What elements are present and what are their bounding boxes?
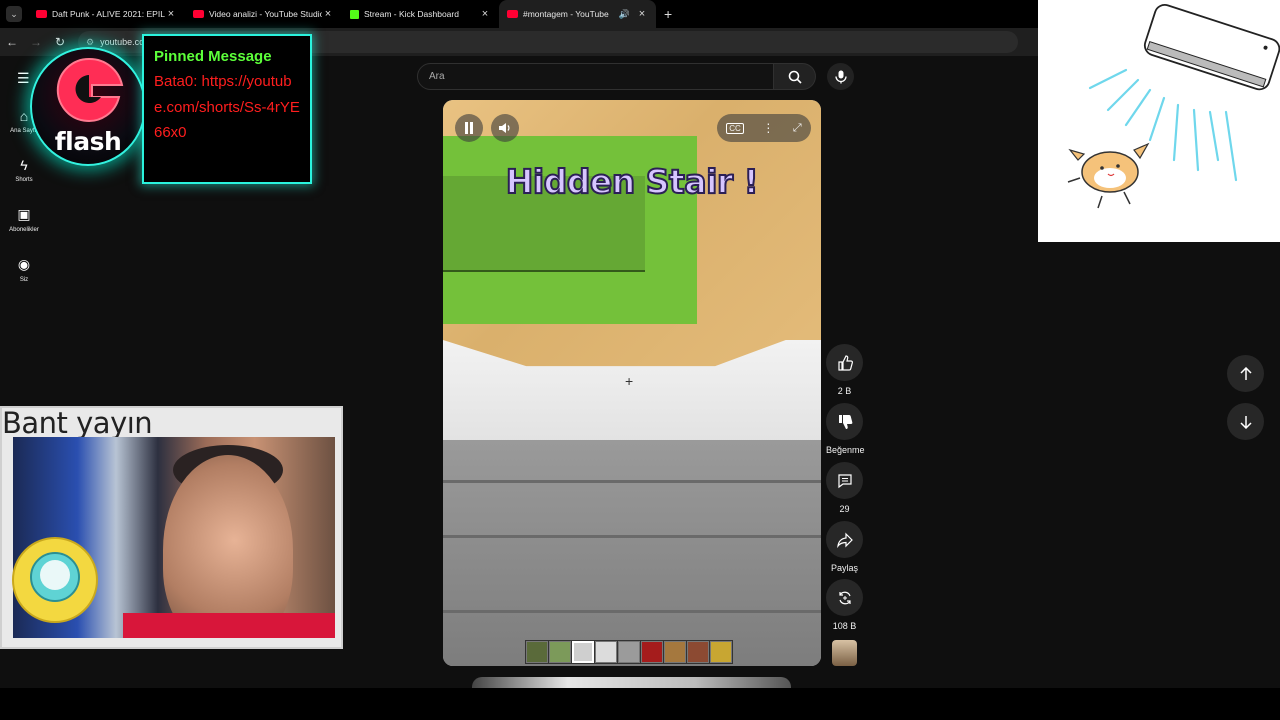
comment-icon — [826, 462, 863, 499]
audio-track-thumbnail[interactable] — [832, 640, 857, 666]
kick-icon — [350, 9, 359, 19]
tape-roll-icon — [12, 537, 98, 623]
back-arrow-icon[interactable]: ← — [0, 35, 24, 49]
dislike-label: Beğenme — [826, 445, 865, 455]
shorts-video-player[interactable]: + Hidden Stair ! CC ⋮ ⤢ — [443, 100, 821, 666]
screen: ⌄ Daft Punk - ALIVE 2021: EPILOG × Video… — [0, 0, 1280, 720]
browser-tab-active[interactable]: #montagem - YouTube 🔊 × — [499, 0, 656, 28]
close-icon[interactable]: × — [479, 8, 491, 20]
mute-button[interactable] — [491, 114, 519, 142]
arrow-up-icon — [1239, 366, 1252, 380]
comment-count: 29 — [839, 504, 850, 514]
dislike-button[interactable]: Beğenme — [826, 403, 865, 455]
video-overlay-title: Hidden Stair ! — [505, 161, 760, 202]
captions-icon[interactable]: CC — [726, 122, 744, 134]
logo-wordmark: flash — [54, 127, 122, 156]
cat-icon — [1067, 142, 1150, 209]
more-options-icon[interactable]: ⋮ — [762, 121, 774, 135]
pinned-message-body: Bata0: https://youtube.com/shorts/Ss-4rY… — [154, 73, 300, 141]
tab-title: #montagem - YouTube — [523, 9, 609, 19]
speaker-icon[interactable]: 🔊 — [619, 9, 630, 20]
volume-icon — [499, 123, 510, 133]
flash-g-logo-icon — [56, 57, 124, 122]
arrow-down-icon — [1239, 415, 1252, 429]
like-count: 2 B — [837, 386, 852, 396]
browser-tab[interactable]: Stream - Kick Dashboard × — [342, 0, 499, 28]
remix-icon — [826, 579, 863, 616]
share-icon — [826, 521, 863, 558]
remix-count: 108 B — [832, 621, 857, 631]
pinned-message-heading: Pinned Message — [154, 48, 272, 65]
pause-button[interactable] — [455, 114, 483, 142]
new-tab-button[interactable]: + — [664, 6, 672, 22]
subscriptions-icon: ▣ — [17, 206, 31, 222]
site-info-icon[interactable]: ⚙ — [86, 37, 94, 48]
search-icon — [788, 70, 802, 84]
thumbs-up-icon — [826, 344, 863, 381]
game-hotbar — [525, 640, 733, 664]
flash-logo: flash — [30, 47, 146, 166]
bant-title: Bant yayın — [2, 406, 153, 440]
search-input[interactable]: Ara — [417, 63, 774, 90]
close-icon[interactable]: × — [322, 8, 334, 20]
pause-icon — [465, 122, 473, 134]
search-button[interactable] — [774, 63, 816, 90]
sidebar-item-label: Siz — [19, 277, 29, 283]
tab-search-button[interactable]: ⌄ — [6, 6, 22, 22]
sidebar-item-you[interactable]: ◉ Siz — [0, 256, 48, 283]
thumbs-down-icon — [826, 403, 863, 440]
sidebar-item-shorts[interactable]: ϟ Shorts — [0, 157, 48, 183]
shorts-icon: ϟ — [20, 157, 28, 173]
browser-tab[interactable]: Video analizi - YouTube Studio × — [185, 0, 342, 28]
chevron-down-icon: ⌄ — [10, 8, 18, 19]
browser-tab[interactable]: Daft Punk - ALIVE 2021: EPILOG × — [28, 0, 185, 28]
sidebar-item-label: Shorts — [15, 177, 33, 183]
share-button[interactable]: Paylaş — [826, 521, 863, 573]
search-bar: Ara — [417, 63, 816, 90]
air-conditioner-icon — [1067, 4, 1280, 209]
share-label: Paylaş — [830, 563, 858, 573]
youtube-icon — [36, 10, 47, 18]
like-button[interactable]: 2 B — [826, 344, 863, 396]
player-top-controls: CC ⋮ ⤢ — [717, 114, 811, 142]
close-icon[interactable]: × — [636, 8, 648, 20]
youtube-studio-icon — [193, 10, 204, 18]
tab-title: Daft Punk - ALIVE 2021: EPILOG — [52, 9, 165, 19]
video-frame-floor — [443, 440, 821, 666]
menu-icon[interactable]: ☰ — [17, 70, 30, 87]
forward-arrow-icon[interactable]: → — [24, 35, 48, 49]
bottom-bar — [0, 688, 1280, 720]
microphone-icon — [834, 70, 847, 83]
pinned-message-panel: Pinned Message Bata0: https://youtube.co… — [142, 34, 312, 184]
bant-stream-panel: Bant yayın — [0, 406, 343, 649]
crosshair-icon: + — [625, 373, 634, 389]
air-conditioner-cat-overlay — [1038, 0, 1280, 242]
voice-search-button[interactable] — [827, 63, 854, 90]
remix-button[interactable]: 108 B — [826, 579, 863, 631]
tab-title: Video analizi - YouTube Studio — [209, 9, 322, 19]
close-icon[interactable]: × — [165, 8, 177, 20]
next-short-button[interactable] — [1227, 403, 1264, 440]
account-icon: ◉ — [17, 256, 31, 272]
sidebar-item-label: Abonelikler — [9, 227, 39, 233]
fullscreen-icon[interactable]: ⤢ — [793, 122, 802, 135]
tab-title: Stream - Kick Dashboard — [364, 9, 459, 19]
reload-icon[interactable]: ↻ — [48, 35, 72, 49]
previous-short-button[interactable] — [1227, 355, 1264, 392]
comments-button[interactable]: 29 — [826, 462, 863, 514]
sidebar-item-subscriptions[interactable]: ▣ Abonelikler — [0, 206, 48, 233]
youtube-icon — [507, 10, 518, 18]
